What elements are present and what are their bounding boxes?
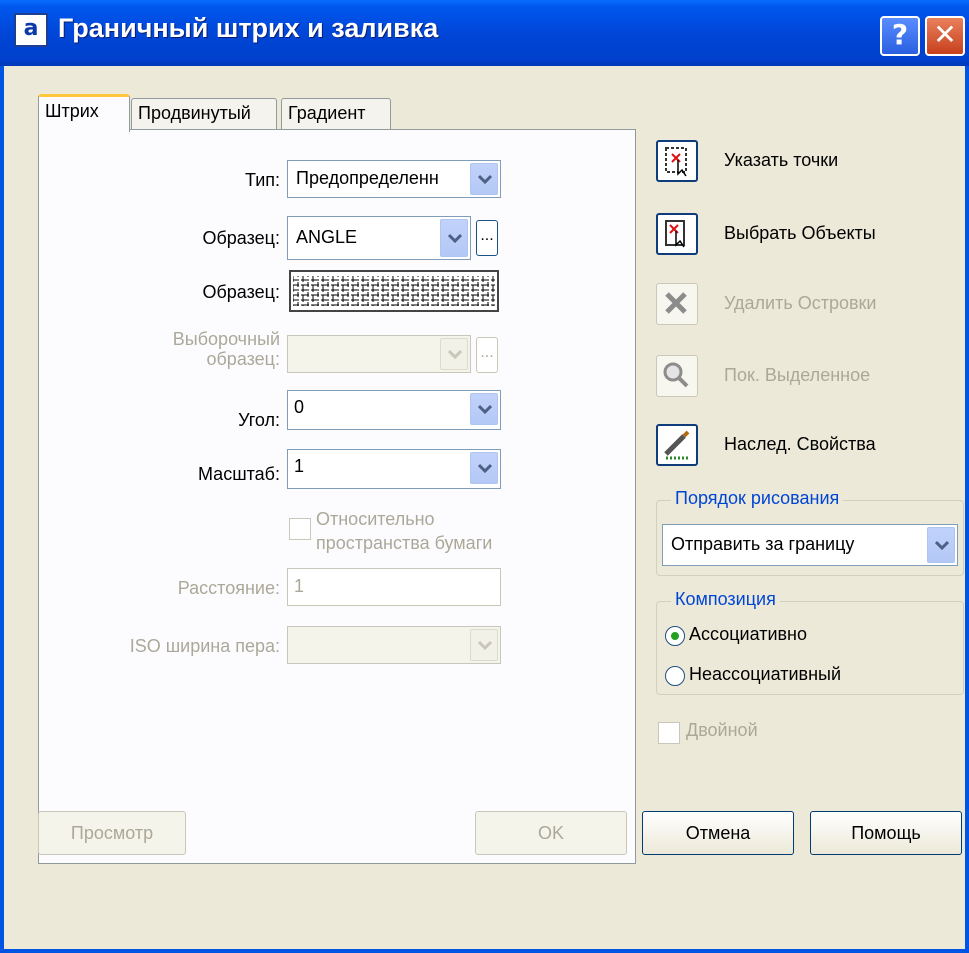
pick-points-label: Указать точки bbox=[724, 150, 839, 170]
ok-button[interactable]: OK bbox=[475, 811, 627, 855]
spacing-label: Расстояние: bbox=[177, 578, 280, 598]
tab-advanced[interactable]: Продвинутый bbox=[131, 98, 277, 130]
custom-pattern-browse-button[interactable]: ... bbox=[476, 337, 498, 373]
relative-paper-label-line1: Относительно bbox=[316, 509, 435, 529]
nonassociative-label: Неассоциативный bbox=[689, 664, 842, 684]
help-title-button[interactable]: ? bbox=[880, 16, 920, 56]
angle-label: Угол: bbox=[238, 410, 280, 430]
help-button[interactable]: Помощь bbox=[810, 811, 962, 855]
type-label: Тип: bbox=[244, 170, 280, 190]
custom-pattern-select[interactable] bbox=[287, 335, 471, 373]
double-checkbox[interactable] bbox=[658, 722, 680, 744]
select-objects-label: Выбрать Объекты bbox=[724, 223, 876, 243]
double-label: Двойной bbox=[686, 720, 758, 740]
swatch-label: Образец: bbox=[202, 282, 280, 302]
scale-value: 1 bbox=[294, 456, 305, 476]
select-objects-icon[interactable] bbox=[656, 213, 698, 255]
inherit-properties-icon[interactable] bbox=[656, 424, 698, 466]
angle-select[interactable]: 0 bbox=[287, 390, 501, 430]
chevron-down-icon[interactable] bbox=[440, 219, 468, 257]
pattern-label: Образец: bbox=[202, 228, 280, 248]
remove-islands-action[interactable]: Удалить Островки bbox=[656, 283, 956, 325]
pattern-select[interactable]: ANGLE bbox=[287, 216, 471, 260]
pattern-browse-button[interactable]: ... bbox=[476, 220, 498, 256]
scale-label: Масштаб: bbox=[197, 464, 280, 484]
relative-paper-checkbox[interactable] bbox=[289, 518, 311, 540]
iso-pen-width-select[interactable] bbox=[287, 626, 501, 664]
composition-title: Композиция bbox=[671, 589, 780, 610]
chevron-down-icon[interactable] bbox=[470, 629, 498, 661]
associative-label: Ассоциативно bbox=[689, 624, 808, 644]
chevron-down-icon[interactable] bbox=[470, 163, 498, 195]
view-selection-label: Пок. Выделенное bbox=[724, 365, 871, 385]
pick-points-icon[interactable] bbox=[656, 140, 698, 182]
draw-order-title: Порядок рисования bbox=[671, 488, 844, 509]
inherit-properties-action[interactable]: Наслед. Свойства bbox=[656, 424, 956, 466]
type-select[interactable]: Предопределенн bbox=[287, 160, 501, 198]
pattern-value: ANGLE bbox=[296, 227, 358, 247]
draw-order-select[interactable]: Отправить за границу bbox=[662, 524, 958, 566]
associative-radio[interactable] bbox=[665, 626, 685, 646]
chevron-down-icon[interactable] bbox=[470, 393, 498, 425]
draw-order-value: Отправить за границу bbox=[671, 534, 855, 554]
cancel-button[interactable]: Отмена bbox=[642, 811, 794, 855]
hatch-app-icon: a bbox=[14, 13, 48, 47]
pattern-swatch[interactable] bbox=[289, 270, 499, 312]
select-objects-action[interactable]: Выбрать Объекты bbox=[656, 213, 956, 255]
close-button[interactable]: ✕ bbox=[925, 16, 965, 56]
angle-pattern-preview bbox=[293, 276, 495, 306]
remove-islands-icon[interactable] bbox=[656, 283, 698, 325]
angle-value: 0 bbox=[294, 397, 305, 417]
window-title: Граничный штрих и заливка bbox=[58, 13, 439, 43]
view-selection-icon[interactable] bbox=[656, 355, 698, 397]
iso-pen-width-label: ISO ширина пера: bbox=[129, 636, 280, 656]
chevron-down-icon[interactable] bbox=[927, 527, 955, 563]
spacing-input[interactable]: 1 bbox=[287, 568, 501, 606]
chevron-down-icon[interactable] bbox=[440, 338, 468, 370]
custom-pattern-label-line2: образец: bbox=[206, 349, 280, 369]
remove-islands-label: Удалить Островки bbox=[724, 293, 877, 313]
relative-paper-label-line2: пространства бумаги bbox=[316, 533, 493, 553]
preview-button[interactable]: Просмотр bbox=[38, 811, 186, 855]
relative-paper-label: Относительно пространства бумаги bbox=[316, 507, 492, 555]
nonassociative-radio[interactable] bbox=[665, 666, 685, 686]
tab-gradient[interactable]: Градиент bbox=[281, 98, 391, 130]
custom-pattern-label-line1: Выборочный bbox=[172, 329, 280, 349]
type-value: Предопределенн bbox=[296, 168, 439, 188]
chevron-down-icon[interactable] bbox=[470, 452, 498, 484]
custom-pattern-label: Выборочный образец: bbox=[130, 329, 280, 369]
inherit-properties-label: Наслед. Свойства bbox=[724, 434, 876, 454]
pick-points-action[interactable]: Указать точки bbox=[656, 140, 956, 182]
view-selection-action[interactable]: Пок. Выделенное bbox=[656, 355, 956, 397]
scale-select[interactable]: 1 bbox=[287, 449, 501, 489]
title-bar: a Граничный штрих и заливка ? ✕ bbox=[0, 0, 969, 66]
tab-hatch[interactable]: Штрих bbox=[38, 94, 130, 132]
spacing-value: 1 bbox=[294, 576, 305, 596]
